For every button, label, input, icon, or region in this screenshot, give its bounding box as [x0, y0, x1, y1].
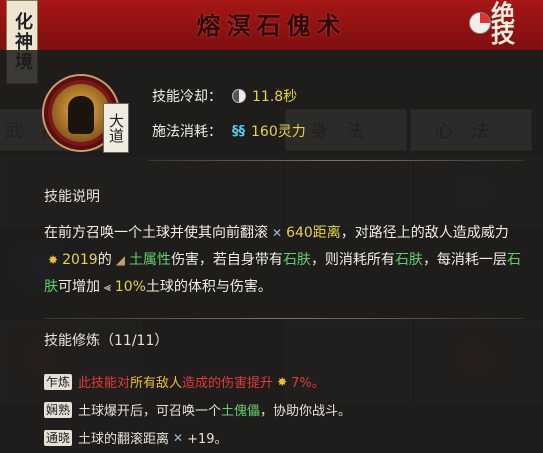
training-text: 造成的伤害提升 [182, 376, 274, 391]
training-value: 7%。 [291, 376, 325, 391]
training-tag: 娴熟 [44, 401, 73, 418]
desc-text: ，则消耗所有 [310, 252, 395, 268]
training-row: 乍炼 此技能对 所有敌人 造成的伤害提升 ✸ 7%。 [44, 372, 325, 391]
training-row: 通晓 土球的翻滚距离 ✕ +19。 [44, 428, 228, 447]
training-text: 土球的翻滚距离 [78, 432, 170, 447]
cost-row: 施法消耗： §§ 160灵力 [152, 121, 306, 141]
divider [148, 160, 523, 161]
desc-text: 土球的体积与伤害。 [145, 279, 272, 295]
skill-description: 在前方召唤一个土球并使其向前翻滚 ✕ 640距离，对路径上的敌人造成威力 ✸ 2019的… [44, 220, 524, 301]
desc-distance: 640距离 [286, 225, 341, 241]
cooldown-icon [232, 89, 246, 103]
training-text: ，协助你战斗。 [260, 404, 352, 419]
power-icon: ✸ [48, 253, 59, 267]
training-row: 娴熟 土球爆开后，可召唤一个 土傀儡 ，协助你战斗。 [44, 400, 351, 419]
cooldown-value: 11.8秒 [252, 89, 298, 105]
ultimate-badge: 绝技 [469, 0, 535, 48]
training-tag: 通晓 [44, 429, 73, 446]
training-summon: 土傀儡 [221, 404, 261, 419]
desc-power: 2019 [62, 252, 98, 268]
earth-element-icon: ◢ [115, 253, 125, 267]
ultimate-orb-icon [469, 12, 491, 34]
growth-icon: ⪡ [104, 280, 111, 294]
cooldown-label: 技能冷却： [152, 89, 222, 105]
description-title: 技能说明 [44, 189, 100, 205]
ultimate-badge-text: 绝技 [491, 0, 515, 48]
cost-label: 施法消耗： [152, 124, 222, 140]
divider [44, 318, 524, 319]
golem-figure-icon [68, 96, 94, 134]
roll-distance-icon: ✕ [272, 226, 283, 240]
desc-element: 土属性 [128, 252, 171, 268]
desc-text: 可增加 [58, 279, 100, 295]
desc-status: 石肤 [282, 252, 311, 268]
training-target: 所有敌人 [130, 376, 183, 391]
training-title: 技能修炼（11/11） [44, 333, 169, 349]
spirit-power-icon: §§ [232, 123, 245, 139]
power-icon: ✸ [277, 374, 288, 389]
training-value: +19。 [187, 432, 228, 447]
skill-name-banner: 熔溟石傀术 [0, 0, 543, 52]
earth-golem-icon [52, 84, 110, 142]
desc-text: 的 [97, 252, 112, 268]
desc-status: 石肤 [394, 252, 423, 268]
cooldown-row: 技能冷却： 11.8秒 [152, 86, 297, 106]
roll-distance-icon: ✕ [173, 430, 184, 445]
grade-badge: 大道 [103, 103, 129, 153]
cost-value: 160灵力 [251, 124, 306, 140]
training-text: 此技能对 [78, 376, 131, 391]
desc-text: ，每消耗一层 [422, 252, 507, 268]
training-text: 土球爆开后，可召唤一个 [78, 404, 222, 419]
skill-name-title: 熔溟石傀术 [196, 11, 347, 40]
training-tag: 乍炼 [44, 373, 73, 390]
desc-text: 伤害，若自身带有 [170, 252, 283, 268]
desc-text: ，对路径上的敌人造成威力 [340, 225, 509, 241]
desc-text: 在前方召唤一个土球并使其向前翻滚 [44, 225, 268, 241]
desc-growth: 10% [114, 279, 146, 295]
